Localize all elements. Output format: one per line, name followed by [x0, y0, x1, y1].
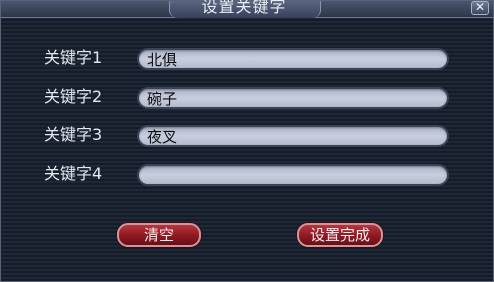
keyword-2-input[interactable]	[137, 87, 449, 109]
dialog-title: 设置关键字	[201, 0, 287, 16]
keyword-4-input[interactable]	[137, 164, 449, 186]
keyword-2-label: 关键字2	[44, 87, 103, 106]
keyword-1-input[interactable]	[137, 48, 449, 70]
keyword-4-label: 关键字4	[44, 164, 103, 183]
close-icon: ✕	[474, 0, 486, 14]
close-button[interactable]: ✕	[471, 0, 489, 15]
finish-settings-button[interactable]: 设置完成	[297, 223, 383, 247]
keyword-1-label: 关键字1	[44, 48, 103, 67]
keyword-settings-dialog: 设置关键字 ✕ 关键字1 关键字2 关键字3 关键字4 清空 设置完成	[0, 0, 494, 282]
keyword-3-input[interactable]	[137, 125, 449, 147]
clear-button[interactable]: 清空	[117, 223, 201, 247]
keyword-3-label: 关键字3	[44, 125, 103, 144]
